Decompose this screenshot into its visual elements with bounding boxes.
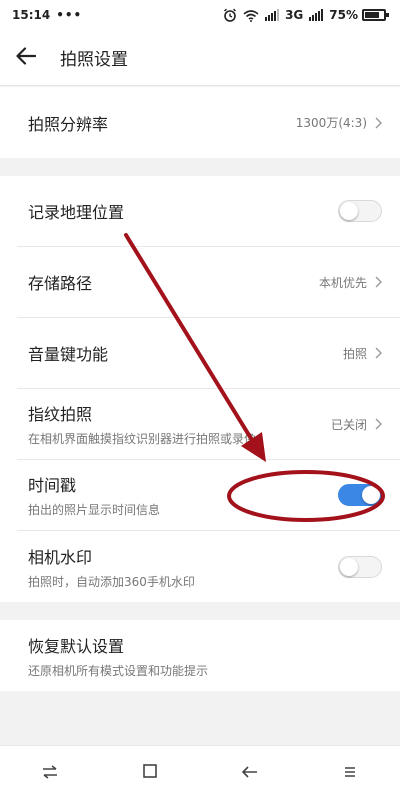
storage-label: 存储路径: [28, 274, 93, 293]
watermark-sub: 拍照时，自动添加360手机水印: [28, 574, 195, 589]
status-bar: 15:14 ••• 3G 75%: [0, 0, 400, 30]
chevron-right-icon: [375, 276, 382, 288]
chevron-right-icon: [375, 347, 382, 359]
battery-icon: [362, 9, 389, 21]
resolution-group: 拍照分辨率 1300万(4:3): [0, 87, 400, 158]
location-label: 记录地理位置: [28, 203, 125, 222]
status-time: 15:14: [12, 8, 51, 22]
reset-group: 恢复默认设置 还原相机所有模式设置和功能提示: [0, 620, 400, 691]
watermark-toggle[interactable]: [338, 555, 382, 578]
reset-row[interactable]: 恢复默认设置 还原相机所有模式设置和功能提示: [17, 620, 400, 691]
reset-sub: 还原相机所有模式设置和功能提示: [28, 663, 209, 678]
watermark-row[interactable]: 相机水印 拍照时，自动添加360手机水印: [17, 531, 400, 602]
arrow-left-icon: [16, 46, 37, 69]
timestamp-label: 时间戳: [28, 476, 77, 495]
battery-indicator: 75%: [329, 8, 389, 22]
home-square-icon: [142, 763, 158, 783]
page-title: 拍照设置: [60, 50, 128, 70]
nav-back-button[interactable]: [230, 753, 270, 793]
signal-icon: [265, 9, 280, 21]
timestamp-sub: 拍出的照片显示时间信息: [28, 503, 161, 517]
fingerprint-sub: 在相机界面触摸指纹识别器进行拍照或录像: [28, 432, 257, 446]
timestamp-toggle[interactable]: [338, 484, 382, 506]
timestamp-row[interactable]: 时间戳 拍出的照片显示时间信息: [17, 460, 400, 531]
volume-key-value: 拍照: [342, 346, 367, 361]
volume-key-row[interactable]: 音量键功能 拍照: [17, 318, 400, 389]
back-arrow-icon: [241, 764, 259, 783]
fingerprint-value: 已关闭: [330, 417, 367, 432]
status-more-dots: •••: [56, 8, 83, 22]
menu-icon: [343, 764, 357, 783]
alarm-icon: [223, 8, 237, 22]
reset-label: 恢复默认设置: [28, 636, 125, 656]
fingerprint-label: 指纹拍照: [28, 405, 93, 424]
nav-menu-button[interactable]: [330, 753, 370, 793]
fingerprint-row[interactable]: 指纹拍照 在相机界面触摸指纹识别器进行拍照或录像 已关闭: [17, 389, 400, 460]
nav-switch-button[interactable]: [30, 753, 70, 793]
chevron-right-icon: [375, 418, 382, 430]
signal-icon-2: [309, 9, 324, 21]
toggle-knob: [362, 486, 380, 504]
nav-home-button[interactable]: [130, 753, 170, 793]
resolution-label: 拍照分辨率: [28, 114, 109, 134]
resolution-row[interactable]: 拍照分辨率 1300万(4:3): [17, 87, 400, 158]
watermark-label: 相机水印: [28, 547, 93, 567]
back-button[interactable]: [0, 30, 52, 86]
storage-row[interactable]: 存储路径 本机优先: [17, 247, 400, 318]
toggle-knob: [340, 202, 358, 220]
volume-key-label: 音量键功能: [28, 345, 109, 364]
system-nav-bar: [0, 745, 400, 800]
battery-percent: 75%: [329, 8, 358, 22]
app-bar: 拍照设置: [0, 30, 400, 86]
settings-group: 记录地理位置 存储路径 本机优先 音量键功能 拍照 指纹拍照 在相机界面触摸指纹…: [0, 176, 400, 602]
storage-value: 本机优先: [318, 275, 367, 290]
chevron-right-icon: [375, 117, 382, 129]
resolution-value: 1300万(4:3): [295, 116, 367, 130]
location-row[interactable]: 记录地理位置: [17, 176, 400, 247]
swap-arrows-icon: [41, 764, 59, 783]
wifi-icon: [243, 9, 259, 22]
toggle-knob: [340, 557, 358, 576]
network-type: 3G: [285, 8, 304, 22]
location-toggle[interactable]: [338, 200, 382, 222]
status-icons: 3G 75%: [223, 8, 389, 22]
